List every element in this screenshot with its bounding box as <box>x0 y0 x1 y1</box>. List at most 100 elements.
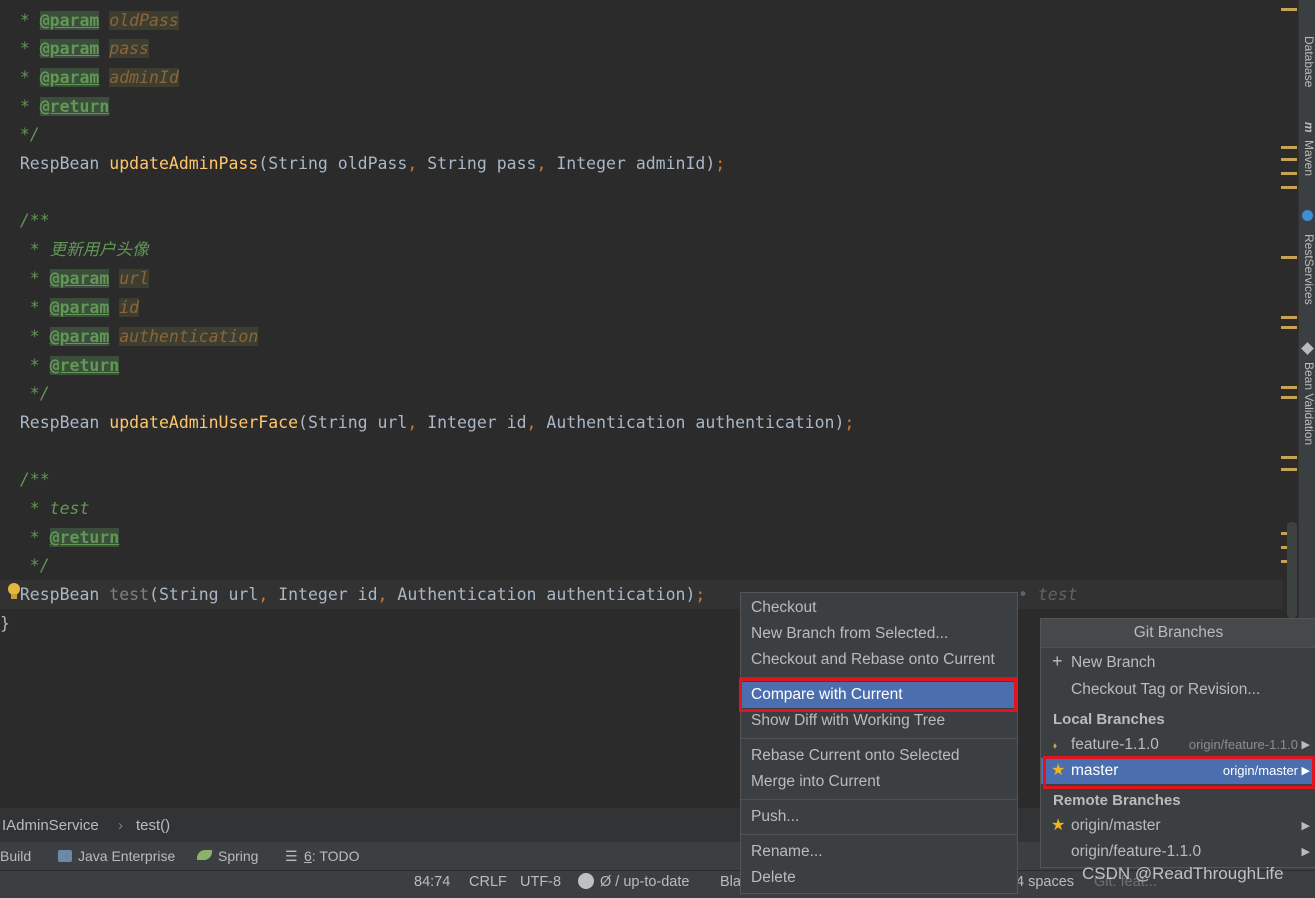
code-token: Integer adminId) <box>556 154 716 173</box>
code-line[interactable]: * @param authentication <box>0 322 259 351</box>
todo-list-icon: ☰ <box>285 848 298 864</box>
remote-branch-item[interactable]: origin/feature-1.1.0 ▶ <box>1041 839 1315 865</box>
code-line[interactable]: /** <box>0 206 50 235</box>
code-line[interactable]: */ <box>0 379 50 408</box>
build-tab[interactable]: Build <box>0 842 31 870</box>
code-line[interactable]: * @return <box>0 523 120 552</box>
breadcrumb-item-class[interactable]: IAdminService <box>2 809 99 843</box>
code-line[interactable]: * @return <box>0 92 110 121</box>
caret-position[interactable]: 84:74 <box>414 871 450 893</box>
code-token: ; <box>715 154 726 173</box>
code-line[interactable]: RespBean test(String url, Integer id, Au… <box>0 580 706 609</box>
line-separator[interactable]: CRLF <box>469 871 507 893</box>
error-stripe-mark[interactable] <box>1281 146 1297 149</box>
code-token: url <box>119 269 150 288</box>
code-token: * <box>0 11 40 30</box>
code-token: , <box>258 585 279 604</box>
vertical-scrollbar[interactable] <box>1287 522 1297 618</box>
breadcrumb-item-method[interactable]: test() <box>136 809 170 843</box>
error-stripe-mark[interactable] <box>1281 326 1297 329</box>
tab-restservices[interactable]: RestServices <box>1299 234 1315 305</box>
code-token: ; <box>844 413 855 432</box>
branch-item-master[interactable]: ★ master origin/master ▶ <box>1041 758 1315 784</box>
submenu-arrow-icon: ▶ <box>1301 739 1310 751</box>
menu-item-rebase-current-onto-selected[interactable]: Rebase Current onto Selected <box>741 743 1017 769</box>
code-token: * <box>0 356 50 375</box>
error-stripe-mark[interactable] <box>1281 456 1297 459</box>
file-encoding[interactable]: UTF-8 <box>520 871 561 893</box>
vcs-status[interactable]: Ø / up-to-date <box>600 871 689 893</box>
tab-database[interactable]: Database <box>1299 36 1315 87</box>
menu-item-delete[interactable]: Delete <box>741 865 1017 891</box>
menu-item-compare-with-current[interactable]: Compare with Current <box>741 682 1017 708</box>
menu-item-new-branch-from-selected[interactable]: New Branch from Selected... <box>741 621 1017 647</box>
error-stripe-mark[interactable] <box>1281 396 1297 399</box>
menu-item-checkout[interactable]: Checkout <box>741 595 1017 621</box>
error-stripe-mark[interactable] <box>1281 468 1297 471</box>
code-token: @param <box>39 68 100 87</box>
remote-branch-name: origin/master <box>1071 817 1161 834</box>
code-token: RespBean <box>0 154 110 173</box>
code-line[interactable]: * @param url <box>0 264 150 293</box>
menu-item-rename[interactable]: Rename... <box>741 839 1017 865</box>
code-token: , <box>526 413 547 432</box>
code-line[interactable]: * 更新用户头像 <box>0 235 149 264</box>
code-line[interactable]: /** <box>0 465 50 494</box>
new-branch-item[interactable]: New Branch <box>1041 650 1315 676</box>
tab-bean-validation[interactable]: Bean Validation <box>1299 362 1315 445</box>
submenu-arrow-icon: ▶ <box>1301 846 1310 858</box>
indent-setting[interactable]: 4 spaces <box>1016 871 1074 893</box>
branch-name: master <box>1071 762 1119 779</box>
code-line[interactable]: * @param id <box>0 293 140 322</box>
error-stripe-mark[interactable] <box>1281 172 1297 175</box>
code-line[interactable]: * @param oldPass <box>0 6 179 35</box>
remote-branch-item[interactable]: ★ origin/master ▶ <box>1041 813 1315 839</box>
code-token: , <box>377 585 398 604</box>
code-line[interactable]: * @param adminId <box>0 63 179 92</box>
menu-separator <box>741 834 1017 835</box>
code-token: updateAdminUserFace <box>109 413 299 432</box>
todo-tab[interactable]: 6: TODO <box>304 842 360 870</box>
spring-tab[interactable]: Spring <box>218 842 258 870</box>
menu-item-merge-into-current[interactable]: Merge into Current <box>741 769 1017 795</box>
code-token: * <box>0 97 40 116</box>
java-enterprise-tab[interactable]: Java Enterprise <box>78 842 175 870</box>
lightbulb-icon[interactable] <box>6 582 22 602</box>
error-stripe-mark[interactable] <box>1281 8 1297 11</box>
code-token: * <box>0 269 50 288</box>
menu-item-push[interactable]: Push... <box>741 804 1017 830</box>
code-token: Integer id <box>278 585 378 604</box>
code-token: * test <box>0 499 90 518</box>
code-token: pass <box>109 39 150 58</box>
error-stripe-mark[interactable] <box>1281 186 1297 189</box>
status-truncated-text[interactable]: Bla <box>720 871 741 893</box>
code-line[interactable]: */ <box>0 120 40 149</box>
code-token: @return <box>39 97 110 116</box>
code-token: } <box>0 614 10 633</box>
error-stripe-mark[interactable] <box>1281 256 1297 259</box>
tab-maven[interactable]: Maven <box>1299 140 1315 176</box>
error-stripe-mark[interactable] <box>1281 316 1297 319</box>
code-line[interactable]: RespBean updateAdminUserFace(String url,… <box>0 408 855 437</box>
code-line[interactable]: RespBean updateAdminPass(String oldPass,… <box>0 149 725 178</box>
local-branches-heading: Local Branches <box>1053 711 1165 728</box>
code-line[interactable]: */ <box>0 551 50 580</box>
code-line[interactable]: } <box>0 609 10 638</box>
code-token: */ <box>0 556 50 575</box>
code-line[interactable]: * @return <box>0 351 120 380</box>
branch-name: feature-1.1.0 <box>1071 736 1159 753</box>
error-stripe-mark[interactable] <box>1281 158 1297 161</box>
branch-item-feature[interactable]: ⬪ feature-1.1.0 origin/feature-1.1.0 ▶ <box>1041 732 1315 758</box>
code-line[interactable]: * @param pass <box>0 34 150 63</box>
menu-item-checkout-and-rebase[interactable]: Checkout and Rebase onto Current <box>741 647 1017 673</box>
maven-icon: m <box>1302 122 1315 133</box>
code-line[interactable]: * test <box>0 494 90 523</box>
menu-item-show-diff-with-working-tree[interactable]: Show Diff with Working Tree <box>741 708 1017 734</box>
checkout-tag-item[interactable]: Checkout Tag or Revision... <box>1041 677 1315 703</box>
error-stripe-mark[interactable] <box>1281 386 1297 389</box>
java-enterprise-icon <box>58 850 72 862</box>
code-token: @return <box>49 356 120 375</box>
code-token: Authentication authentication) <box>397 585 696 604</box>
